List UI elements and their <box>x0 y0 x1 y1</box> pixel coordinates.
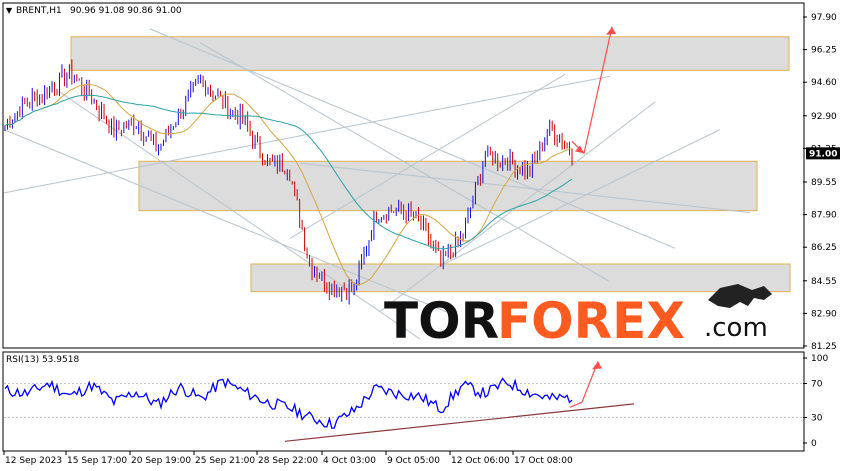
rsi-tick-label: 70 <box>811 380 823 390</box>
price-tick-label: 81.25 <box>811 342 837 352</box>
price-axis: 97.9096.2594.6092.9091.2589.5587.9086.25… <box>803 13 837 352</box>
price-tick-label: 96.25 <box>811 46 837 56</box>
time-tick-label: 4 Oct 03:00 <box>323 456 376 466</box>
time-tick-label: 12 Sep 2023 <box>5 456 62 466</box>
rsi-panel-frame <box>2 351 805 452</box>
chart: TOR FOREX .com ▼ BRENT,H1 90.96 91.08 90… <box>2 2 840 466</box>
price-tick-label: 84.55 <box>811 277 837 287</box>
logo-forex: FOREX <box>497 292 685 350</box>
price-tick-label: 97.90 <box>811 13 837 23</box>
time-tick-label: 25 Sep 21:00 <box>195 456 255 466</box>
current-price-tag: 91.00 <box>806 147 840 160</box>
logo-com: .com <box>704 313 768 343</box>
price-tick-label: 86.25 <box>811 243 837 253</box>
price-zone <box>70 36 790 71</box>
price-tick-label: 87.90 <box>811 211 837 221</box>
time-tick-label: 12 Oct 06:00 <box>451 456 510 466</box>
price-tick-label: 89.55 <box>811 178 837 188</box>
rsi-label: RSI(13) 53.9518 <box>6 355 79 365</box>
symbol-label: BRENT,H1 <box>16 6 62 16</box>
rsi-tick-label: 100 <box>811 354 828 364</box>
time-tick-label: 9 Oct 05:00 <box>387 456 440 466</box>
price-tick-label: 92.90 <box>811 112 837 122</box>
ohlc-label: 90.96 91.08 90.86 91.00 <box>70 6 182 16</box>
dropdown-triangle-icon[interactable]: ▼ <box>6 6 13 15</box>
rsi-tick-label: 30 <box>811 414 823 424</box>
rsi-tick-label: 0 <box>811 439 817 449</box>
logo-tor: TOR <box>384 292 499 350</box>
time-tick-label: 15 Sep 17:00 <box>67 456 127 466</box>
time-tick-label: 17 Oct 08:00 <box>514 456 573 466</box>
price-tick-label: 94.60 <box>811 78 837 88</box>
time-tick-label: 28 Sep 22:00 <box>258 456 318 466</box>
time-tick-label: 20 Sep 19:00 <box>131 456 191 466</box>
price-tick-label: 82.90 <box>811 309 837 319</box>
current-price-text: 91.00 <box>809 149 837 159</box>
rsi-axis: 100 70 30 0 <box>803 354 828 449</box>
time-axis: 12 Sep 2023 15 Sep 17:00 20 Sep 19:00 25 Se… <box>3 451 573 466</box>
